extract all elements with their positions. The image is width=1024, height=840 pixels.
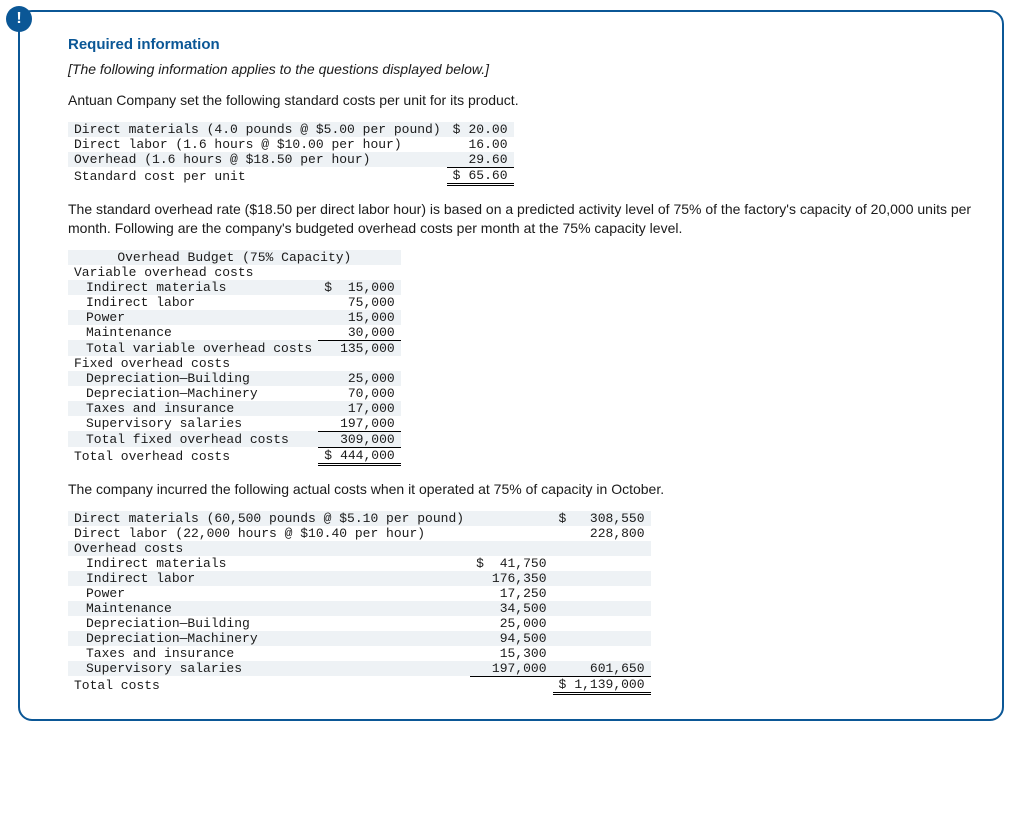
table-row: Maintenance30,000 — [68, 325, 401, 341]
applies-note: [The following information applies to th… — [68, 61, 972, 77]
table-row: Taxes and insurance17,000 — [68, 401, 401, 416]
table-row: Total variable overhead costs135,000 — [68, 340, 401, 356]
table-row: Indirect materials$15,000 — [68, 280, 401, 295]
table-row: Total overhead costs$444,000 — [68, 447, 401, 464]
table-row: Depreciation—Machinery94,500 — [68, 631, 651, 646]
actual-costs-paragraph: The company incurred the following actua… — [68, 480, 972, 499]
required-info-title: Required information — [68, 36, 972, 53]
overhead-rate-paragraph: The standard overhead rate ($18.50 per d… — [68, 200, 972, 238]
table-row: Indirect labor75,000 — [68, 295, 401, 310]
actual-costs-table: Direct materials (60,500 pounds @ $5.10 … — [68, 511, 651, 695]
table-row: Direct labor (22,000 hours @ $10.40 per … — [68, 526, 651, 541]
alert-icon: ! — [6, 6, 32, 32]
table-row: Taxes and insurance15,300 — [68, 646, 651, 661]
budget-header: Overhead Budget (75% Capacity) — [68, 250, 401, 265]
table-row: Depreciation—Machinery70,000 — [68, 386, 401, 401]
table-row: Direct materials (4.0 pounds @ $5.00 per… — [68, 122, 514, 137]
table-row: Overhead (1.6 hours @ $18.50 per hour) 2… — [68, 152, 514, 168]
table-row: Indirect labor176,350 — [68, 571, 651, 586]
table-row: Depreciation—Building25,000 — [68, 616, 651, 631]
table-row: Depreciation—Building25,000 — [68, 371, 401, 386]
info-panel: Required information [The following info… — [18, 10, 1004, 721]
table-row: Supervisory salaries197,000 — [68, 416, 401, 432]
table-row: Total fixed overhead costs309,000 — [68, 431, 401, 447]
table-row: Power15,000 — [68, 310, 401, 325]
intro-paragraph: Antuan Company set the following standar… — [68, 91, 972, 110]
table-row: Supervisory salaries 197,000 601,650 — [68, 661, 651, 677]
table-row: Indirect materials$41,750 — [68, 556, 651, 571]
table-row: Direct labor (1.6 hours @ $10.00 per hou… — [68, 137, 514, 152]
standard-cost-table: Direct materials (4.0 pounds @ $5.00 per… — [68, 122, 514, 186]
table-row: Maintenance34,500 — [68, 601, 651, 616]
required-info-container: ! Required information [The following in… — [10, 10, 1004, 721]
overhead-budget-table: Overhead Budget (75% Capacity) Variable … — [68, 250, 401, 466]
table-row: Direct materials (60,500 pounds @ $5.10 … — [68, 511, 651, 526]
table-row: Standard cost per unit $ 65.60 — [68, 167, 514, 184]
table-row: Power17,250 — [68, 586, 651, 601]
table-row: Total costs $ 1,139,000 — [68, 676, 651, 693]
